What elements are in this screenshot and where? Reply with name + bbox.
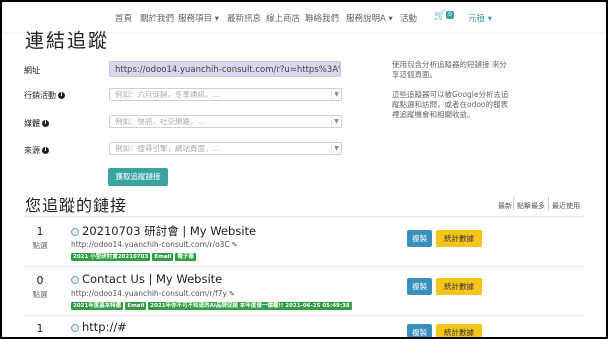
click-count: 0: [36, 274, 44, 287]
tracked-links-title: 您追蹤的鏈接: [25, 196, 128, 215]
stats-button[interactable]: 統計數據: [436, 278, 482, 295]
help-text-trackers: 這些追蹤器可以被Google分析去追 蹤點選和訪問，或者在odoo的報表 裡追蹤…: [392, 90, 552, 120]
pencil-icon[interactable]: ✎: [232, 241, 238, 249]
cart-link[interactable]: 🛒 0: [434, 11, 455, 21]
cart-icon: 🛒: [434, 11, 446, 21]
click-count: 1: [36, 322, 44, 335]
help-line: 使用包含分析追蹤器的短鏈接 來分: [392, 60, 507, 69]
info-icon[interactable]: i: [42, 147, 49, 154]
sort-recently-used[interactable]: 最近使用: [552, 201, 580, 211]
campaign-placeholder: 例如：六月促銷，冬季通訊，...: [115, 90, 220, 99]
link-title: 20210703 研討會 | My Website: [71, 223, 256, 239]
tag: 電子報: [175, 253, 196, 261]
stats-button[interactable]: 統計數據: [436, 230, 482, 247]
tag: Email: [152, 253, 174, 261]
help-line: 蹤點選和訪問，或者在odoo的報表: [392, 100, 509, 109]
cart-count-badge: 0: [446, 11, 455, 19]
nav-about[interactable]: 關於我們: [140, 12, 174, 24]
tag: 2021 小型研討會20210703: [71, 253, 151, 261]
chevron-down-icon: ▼: [331, 143, 341, 154]
chevron-down-icon: ▼: [331, 116, 341, 127]
get-tracked-link-button[interactable]: 獲取追蹤鏈接: [108, 168, 168, 186]
sort-most-clicked[interactable]: 點擊最多: [517, 201, 545, 211]
nav-service-info[interactable]: 服務說明A ▾: [346, 12, 393, 24]
clicks-label: 點選: [32, 241, 48, 250]
help-line: 這些追蹤器可以被Google分析去追: [392, 90, 509, 99]
globe-icon: [71, 227, 79, 236]
medium-label: 媒體 i: [24, 118, 49, 129]
divider: [24, 266, 584, 267]
copy-button[interactable]: 複製: [407, 230, 432, 247]
clicks-label: 點選: [32, 290, 48, 299]
nav-contact[interactable]: 聯絡我們: [305, 12, 339, 24]
source-label-text: 來源: [24, 146, 40, 155]
tag: 2021年度基本特惠: [71, 302, 124, 310]
link-title-text[interactable]: 20210703 研討會 | My Website: [82, 224, 256, 238]
tag-list: 2021 小型研討會20210703 Email 電子報: [71, 253, 198, 272]
chevron-down-icon: ▼: [331, 89, 341, 100]
short-url: http://odoo14.yuanchih-consult.com/r/f7y…: [71, 289, 235, 298]
link-title: http://#: [71, 320, 127, 334]
nav-events[interactable]: 活動: [400, 12, 417, 24]
divider: [24, 216, 584, 217]
source-select[interactable]: 例如：搜尋引擎，網站頁面，... ▼: [109, 142, 342, 155]
info-icon[interactable]: i: [42, 120, 49, 127]
divider: [513, 197, 514, 210]
copy-button[interactable]: 複製: [407, 324, 432, 337]
short-url-text[interactable]: http://odoo14.yuanchih-consult.com/r/f7y: [71, 289, 227, 298]
copy-button[interactable]: 複製: [407, 278, 432, 295]
medium-placeholder: 例如：快訊，社交網路，...: [115, 117, 205, 126]
globe-icon: [71, 275, 79, 284]
stats-button[interactable]: 統計數據: [436, 324, 482, 337]
campaign-select[interactable]: 例如：六月促銷，冬季通訊，... ▼: [109, 88, 342, 101]
help-line: 裡追蹤機會和相關收益。: [392, 110, 475, 119]
short-url-text[interactable]: http://odoo14.yuanchih-consult.com/r/o3C: [71, 240, 230, 249]
link-title-text[interactable]: http://#: [82, 320, 127, 334]
browser-frame: 首頁 關於我們 服務項目 ▾ 最新訊息 線上商店 聯絡我們 服務說明A ▾ 活動…: [0, 0, 608, 339]
nav-home[interactable]: 首頁: [115, 12, 132, 24]
globe-icon: [71, 323, 79, 332]
campaign-label: 行銷活動 i: [24, 90, 65, 101]
divider: [548, 197, 549, 210]
divider: [24, 315, 584, 316]
url-field[interactable]: https://odoo14.yuanchih-consult.com/r?u=…: [109, 61, 341, 77]
pencil-icon[interactable]: ✎: [229, 290, 235, 298]
nav-news[interactable]: 最新訊息: [227, 12, 261, 24]
link-title-text[interactable]: Contact Us | My Website: [82, 272, 222, 286]
medium-select[interactable]: 例如：快訊，社交網路，... ▼: [109, 115, 342, 128]
campaign-label-text: 行銷活動: [24, 91, 56, 100]
url-label: 網址: [24, 66, 40, 75]
click-count: 1: [36, 225, 44, 238]
tag: 2021年你不可不知道的AI品牌促銷 本年度僅一檔喔!! 2021-06-25 …: [148, 302, 352, 310]
info-icon[interactable]: i: [58, 92, 65, 99]
medium-label-text: 媒體: [24, 119, 40, 128]
source-label: 來源 i: [24, 145, 49, 156]
user-menu[interactable]: 元植 ▾: [468, 12, 492, 24]
help-text-shortlink: 使用包含分析追蹤器的短鏈接 來分 享這個頁面。: [392, 60, 552, 80]
link-title: Contact Us | My Website: [71, 272, 222, 286]
page-title: 連結追蹤: [25, 30, 110, 52]
source-placeholder: 例如：搜尋引擎，網站頁面，...: [115, 144, 220, 153]
help-line: 享這個頁面。: [392, 70, 437, 79]
nav-shop[interactable]: 線上商店: [266, 12, 300, 24]
nav-services[interactable]: 服務項目 ▾: [178, 12, 219, 24]
tag-list: 2021年度基本特惠 Email 2021年你不可不知道的AI品牌促銷 本年度僅一檔…: [71, 302, 354, 321]
short-url: http://odoo14.yuanchih-consult.com/r/o3C…: [71, 240, 238, 249]
tag: Email: [125, 302, 147, 310]
sort-newest[interactable]: 最新: [498, 201, 512, 211]
